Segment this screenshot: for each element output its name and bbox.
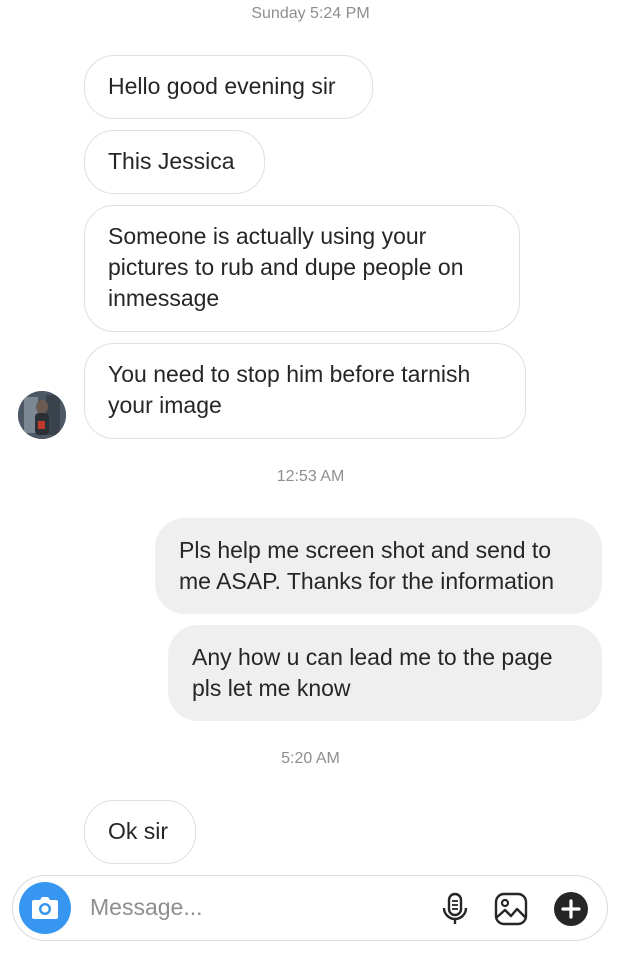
message-bubble-incoming[interactable]: This Jessica [84,130,265,194]
message-composer: Message... [12,875,608,941]
camera-button[interactable] [19,882,71,934]
message-bubble-incoming[interactable]: You need to stop him before tarnish your… [84,343,526,439]
message-text: Someone is actually using your pictures … [108,223,464,311]
message-text: Ok sir [108,818,169,844]
gallery-icon[interactable] [493,891,529,927]
microphone-icon[interactable] [437,891,473,927]
message-text: This Jessica [108,148,235,174]
message-input[interactable]: Message... [90,894,203,921]
timestamp-sunday: Sunday 5:24 PM [251,5,370,22]
message-text: Any how u can lead me to the page pls le… [192,644,553,701]
avatar[interactable] [18,391,66,439]
message-text: Pls help me screen shot and send to me A… [179,537,555,594]
message-bubble-outgoing[interactable]: Any how u can lead me to the page pls le… [168,625,602,721]
message-bubble-incoming[interactable]: Someone is actually using your pictures … [84,205,520,332]
camera-icon [32,897,58,919]
message-bubble-incoming[interactable]: Hello good evening sir [84,55,373,119]
timestamp-night: 12:53 AM [276,468,345,485]
message-bubble-incoming[interactable]: Ok sir [84,800,196,864]
message-text: Hello good evening sir [108,73,336,99]
message-text: You need to stop him before tarnish your… [108,361,471,418]
timestamp-morning: 5:20 AM [281,750,340,767]
plus-icon[interactable] [553,891,589,927]
message-bubble-outgoing[interactable]: Pls help me screen shot and send to me A… [155,518,602,614]
avatar-photo [18,391,66,439]
